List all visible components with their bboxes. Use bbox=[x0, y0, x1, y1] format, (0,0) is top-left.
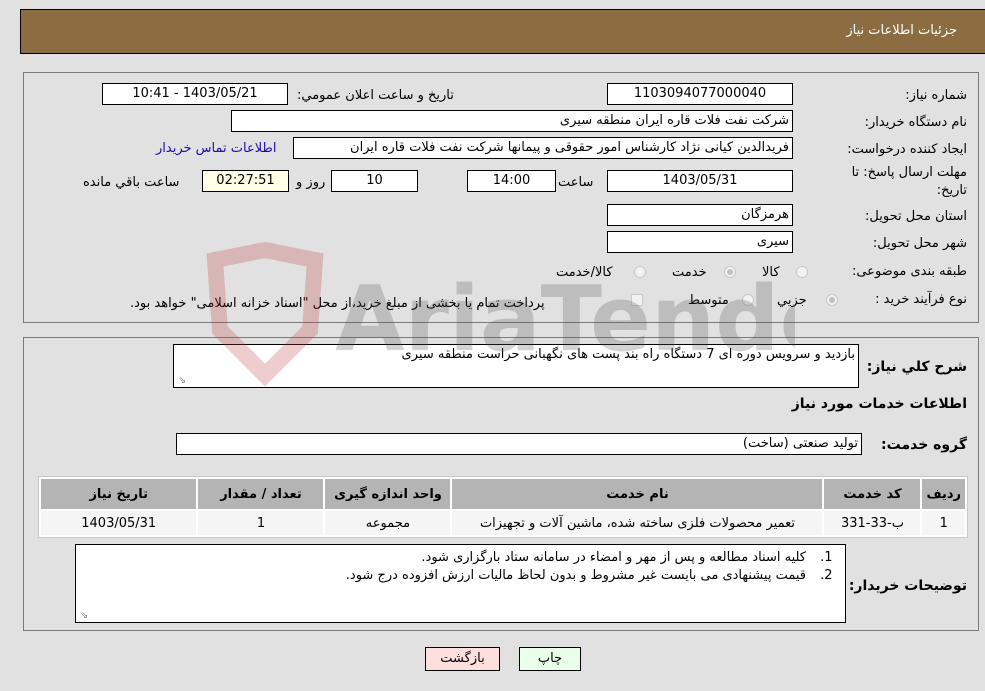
buyer-note-item: کلیه اسناد مطالعه و پس از مهر و امضاء در… bbox=[79, 549, 816, 567]
services-table: ردیف کد خدمت نام خدمت واحد اندازه گیری ت… bbox=[38, 476, 968, 538]
need-number-field[interactable]: 1103094077000040 bbox=[607, 83, 793, 105]
col-header-quantity: تعداد / مقدار bbox=[198, 479, 324, 509]
service-group-field[interactable]: تولید صنعتی (ساخت) bbox=[176, 433, 862, 455]
table-row: 1 ب-33-331 تعمیر محصولات فلزی ساخته شده،… bbox=[41, 511, 965, 535]
requester-field[interactable]: فریدالدین کیانی نژاد کارشناس امور حقوقی … bbox=[293, 137, 793, 159]
col-header-unit: واحد اندازه گیری bbox=[325, 479, 451, 509]
category-radio-goods-service[interactable] bbox=[634, 266, 646, 278]
table-header-row: ردیف کد خدمت نام خدمت واحد اندازه گیری ت… bbox=[41, 479, 965, 509]
treasury-note: پرداخت تمام یا بخشی از مبلغ خرید،از محل … bbox=[130, 296, 545, 311]
requester-label: ایجاد کننده درخواست: bbox=[847, 142, 967, 157]
process-radio-minor[interactable] bbox=[826, 294, 838, 306]
process-radio-medium[interactable] bbox=[742, 294, 754, 306]
col-header-row-number: ردیف bbox=[922, 479, 965, 509]
buyer-org-label: نام دستگاه خریدار: bbox=[864, 115, 967, 130]
resize-grip-icon[interactable]: ⇘ bbox=[176, 376, 186, 386]
category-label: طبقه بندی موضوعی: bbox=[851, 264, 967, 279]
cell-row-number: 1 bbox=[922, 511, 965, 535]
print-button[interactable]: چاپ bbox=[519, 647, 581, 671]
buyer-note-item: قیمت پیشنهادی می بایست غیر مشروط و بدون … bbox=[79, 567, 816, 585]
description-textarea[interactable]: بازدید و سرویس دوره ای 7 دستگاه راه بند … bbox=[173, 344, 859, 388]
resize-grip-icon[interactable]: ⇘ bbox=[78, 611, 88, 621]
buyer-contact-link[interactable]: اطلاعات تماس خریدار bbox=[156, 141, 276, 156]
page-header: جزئیات اطلاعات نیاز bbox=[20, 9, 985, 54]
category-option-goods-service: کالا/خدمت bbox=[556, 265, 613, 280]
category-option-service: خدمت bbox=[672, 265, 707, 280]
description-label: شرح کلي نياز: bbox=[866, 359, 967, 375]
service-group-label: گروه خدمت: bbox=[881, 437, 967, 453]
deadline-date-field[interactable]: 1403/05/31 bbox=[607, 170, 793, 192]
deadline-time-label: ساعت bbox=[558, 175, 594, 190]
buyer-org-field[interactable]: شرکت نفت فلات قاره ایران منطقه سیری bbox=[231, 110, 793, 132]
treasury-checkbox[interactable] bbox=[631, 294, 643, 306]
back-button[interactable]: بازگشت bbox=[425, 647, 500, 671]
cell-service-name: تعمیر محصولات فلزی ساخته شده، ماشین آلات… bbox=[452, 511, 823, 535]
remaining-time-label: ساعت باقي مانده bbox=[83, 175, 180, 190]
cell-service-code: ب-33-331 bbox=[824, 511, 921, 535]
deadline-label-2: تاریخ: bbox=[936, 183, 967, 198]
process-label: نوع فرآیند خرید : bbox=[875, 292, 967, 307]
buyer-notes-textarea[interactable]: کلیه اسناد مطالعه و پس از مهر و امضاء در… bbox=[75, 544, 846, 623]
city-label: شهر محل تحویل: bbox=[872, 236, 967, 251]
deadline-label: مهلت ارسال پاسخ: تا bbox=[851, 165, 967, 180]
page-title: جزئیات اطلاعات نیاز bbox=[846, 23, 957, 38]
category-radio-goods[interactable] bbox=[796, 266, 808, 278]
province-field[interactable]: هرمزگان bbox=[607, 204, 793, 226]
announce-label: تاریخ و ساعت اعلان عمومي: bbox=[297, 88, 454, 103]
category-radio-service[interactable] bbox=[724, 266, 736, 278]
deadline-time-field[interactable]: 14:00 bbox=[467, 170, 556, 192]
services-section-title: اطلاعات خدمات مورد نیاز bbox=[791, 396, 967, 412]
cell-need-date: 1403/05/31 bbox=[41, 511, 197, 535]
process-option-minor: جزيي bbox=[777, 293, 807, 308]
province-label: استان محل تحویل: bbox=[865, 209, 967, 224]
process-option-medium: متوسط bbox=[688, 293, 729, 308]
cell-quantity: 1 bbox=[198, 511, 324, 535]
buyer-notes-label: توضیحات خریدار: bbox=[848, 578, 967, 594]
city-field[interactable]: سیری bbox=[607, 231, 793, 253]
announce-date-field[interactable]: 1403/05/21 - 10:41 bbox=[102, 83, 288, 105]
buyer-notes-list: کلیه اسناد مطالعه و پس از مهر و امضاء در… bbox=[79, 549, 842, 585]
col-header-service-code: کد خدمت bbox=[824, 479, 921, 509]
days-remaining-field[interactable]: 10 bbox=[331, 170, 418, 192]
days-label: روز و bbox=[296, 175, 326, 190]
cell-unit: مجموعه bbox=[325, 511, 451, 535]
remaining-time-field: 02:27:51 bbox=[202, 170, 289, 192]
description-text: بازدید و سرویس دوره ای 7 دستگاه راه بند … bbox=[401, 347, 855, 362]
need-number-label: شماره نیاز: bbox=[905, 88, 967, 103]
category-option-goods: کالا bbox=[762, 265, 780, 280]
col-header-need-date: تاریخ نیاز bbox=[41, 479, 197, 509]
col-header-service-name: نام خدمت bbox=[452, 479, 823, 509]
